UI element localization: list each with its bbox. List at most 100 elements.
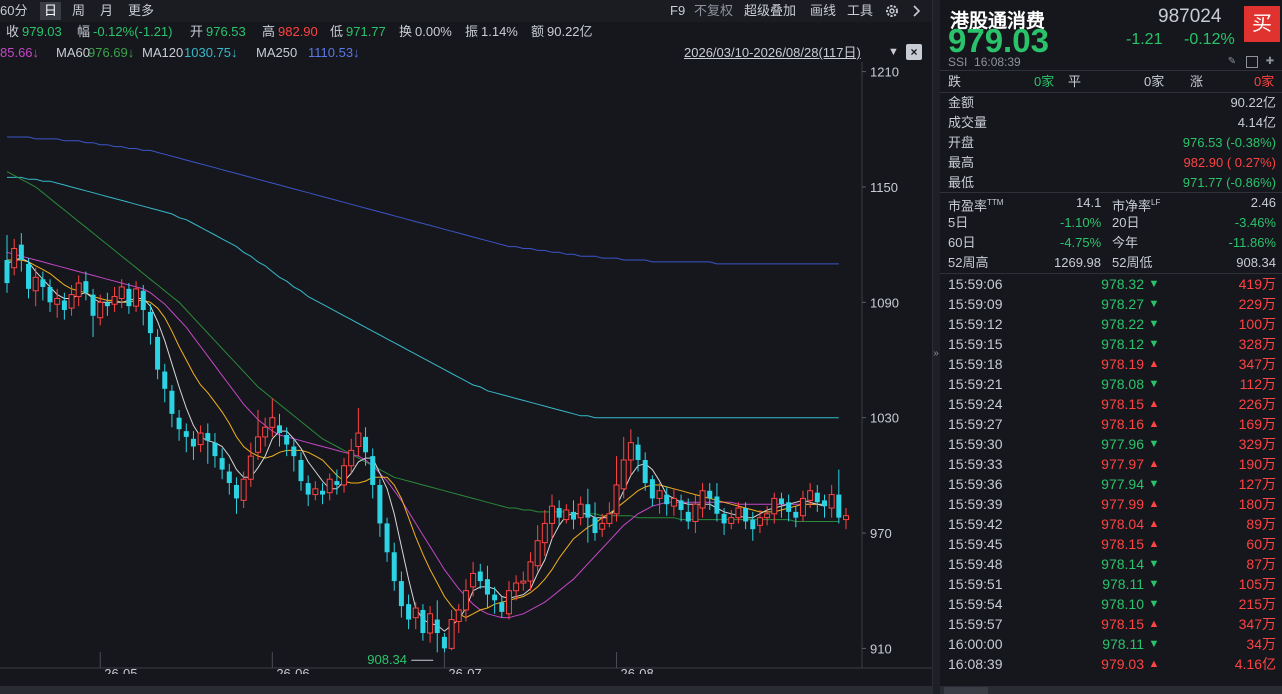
tick-row[interactable]: 15:59:09 978.27 ▼ 229万 [948,294,1276,314]
tick-row[interactable]: 15:59:45 978.15 ▲ 60万 [948,534,1276,554]
tick-price: 977.94 [1101,476,1144,492]
no-adjust-button[interactable]: 不复权 [694,2,733,20]
date-range-selector[interactable]: 2026/03/10-2026/08/28(117日) [684,44,861,62]
tick-row[interactable]: 15:59:51 978.11 ▼ 105万 [948,574,1276,594]
arrow-up-icon: ▲ [1148,458,1160,470]
amplitude-value: 1.14% [481,24,518,39]
ma10-line [7,259,825,619]
amount-label: 额 [531,24,545,39]
tick-row[interactable]: 15:59:21 978.08 ▼ 112万 [948,374,1276,394]
amount-value: 90.22亿 [547,24,593,39]
tick-row[interactable]: 15:59:36 977.94 ▼ 127万 [948,474,1276,494]
tick-price: 978.16 [1101,416,1144,432]
arrow-down-icon: ▼ [1148,598,1160,610]
perf-ytd-value: -11.86% [1228,235,1276,250]
tick-price: 978.11 [1102,576,1144,592]
candle-body-up [764,513,771,519]
tab-weekly[interactable]: 周 [72,2,85,20]
tab-daily[interactable]: 日 [40,2,62,20]
tick-row[interactable]: 15:59:57 978.15 ▲ 347万 [948,614,1276,634]
chart-scrollbar[interactable] [0,686,932,694]
tick-row[interactable]: 15:59:24 978.15 ▲ 226万 [948,394,1276,414]
tab-monthly[interactable]: 月 [100,2,113,20]
arrow-down-icon: ▼ [1148,638,1160,650]
tick-volume: 419万 [1238,276,1276,292]
window-icon[interactable] [1246,56,1258,68]
candle-body-down [18,244,24,261]
caret-down-icon[interactable]: ▼ [888,46,899,58]
f9-button[interactable]: F9 [670,2,685,20]
tick-row[interactable]: 15:59:33 977.97 ▲ 190万 [948,454,1276,474]
panel-scrollbar-thumb[interactable] [944,687,988,694]
tick-row[interactable]: 16:00:00 978.11 ▼ 34万 [948,634,1276,654]
candle-body-down [147,311,153,334]
high-value: 982.90 [278,24,318,39]
open-label: 开 [190,24,204,39]
tick-time: 15:59:18 [948,356,1003,372]
tick-row[interactable]: 15:59:30 977.96 ▼ 329万 [948,434,1276,454]
turnover-value: 0.00% [415,24,452,39]
tick-row[interactable]: 15:59:18 978.19 ▲ 347万 [948,354,1276,374]
candle-body-up [68,294,75,309]
tick-price: 977.97 [1101,456,1144,472]
close-icon[interactable]: × [906,44,922,60]
tick-time: 15:59:36 [948,476,1003,492]
x-tick-label: 26-06 [276,666,309,674]
candle-body-down [291,446,297,457]
super-overlay-button[interactable]: 超级叠加 [744,2,796,20]
kline-chart[interactable]: 1210 1150 1090 1030 970 910 26-05 26-06 26-07 26-… [0,62,932,674]
kline-svg[interactable]: 1210 1150 1090 1030 970 910 26-05 26-06 26-07 26-… [0,62,932,674]
arrow-up-icon: ▲ [1148,498,1160,510]
candle-body-down [492,594,498,601]
candle-body-down [363,436,369,453]
quote-bar: 收 979.03 幅 -0.12%(-1.21) 开 976.53 高 982.… [0,22,932,42]
candle-body-down [571,511,577,520]
tick-row[interactable]: 15:59:12 978.22 ▼ 100万 [948,314,1276,334]
tick-scrollbar[interactable] [1274,272,1280,682]
settings-icon[interactable] [884,3,900,19]
candle-body-down [721,513,727,524]
stat-label: 金额 [948,95,975,110]
tick-time: 15:59:06 [948,276,1003,292]
tick-row[interactable]: 15:59:48 978.14 ▼ 87万 [948,554,1276,574]
divider-line [940,70,1282,71]
ma60-line [6,171,839,522]
tick-time: 15:59:15 [948,336,1003,352]
candle-body-up [197,432,204,446]
chevron-right-icon[interactable] [908,3,924,19]
perf-5d-label: 5日 [948,215,969,230]
tick-row[interactable]: 15:59:42 978.04 ▲ 89万 [948,514,1276,534]
draw-line-button[interactable]: 画线 [810,2,836,20]
candle-body-down [219,458,225,470]
tick-volume: 180万 [1238,496,1276,512]
candle-body-up [620,459,627,490]
candle-body-up [32,276,39,292]
tick-row[interactable]: 15:59:39 977.99 ▲ 180万 [948,494,1276,514]
candle-body-down [793,511,799,518]
open-value: 976.53 [206,24,246,39]
candle-body-down [391,552,397,582]
tick-volume: 89万 [1246,516,1276,532]
add-icon[interactable]: ✚ [1264,56,1276,68]
candle-body-down [778,498,784,505]
tools-button[interactable]: 工具 [847,2,873,20]
buy-button[interactable]: 买 [1244,6,1280,42]
tick-row[interactable]: 15:59:27 978.16 ▲ 169万 [948,414,1276,434]
tick-price: 978.11 [1102,636,1144,652]
candle-body-up [240,478,247,501]
price-change-pct: -0.12% [1184,31,1235,48]
tick-row[interactable]: 15:59:54 978.10 ▼ 215万 [948,594,1276,614]
panel-scrollbar[interactable] [940,686,1282,694]
ma60-label: MA60 [56,45,90,60]
edit-icon[interactable]: ✎ [1226,56,1238,68]
tick-row[interactable]: 15:59:06 978.32 ▼ 419万 [948,274,1276,294]
tick-row[interactable]: 15:59:15 978.12 ▼ 328万 [948,334,1276,354]
tab-60min[interactable]: 60分 [0,2,27,20]
collapse-panel-icon[interactable]: » [932,348,940,359]
candle-body-down [678,500,684,510]
candle-body-up [470,572,477,588]
tab-more[interactable]: 更多 [128,2,154,20]
tick-row[interactable]: 16:08:39 979.03 ▲ 4.16亿 [948,654,1276,674]
candle-body-up [448,619,455,649]
ma120-value: 1030.75↓ [184,45,238,60]
